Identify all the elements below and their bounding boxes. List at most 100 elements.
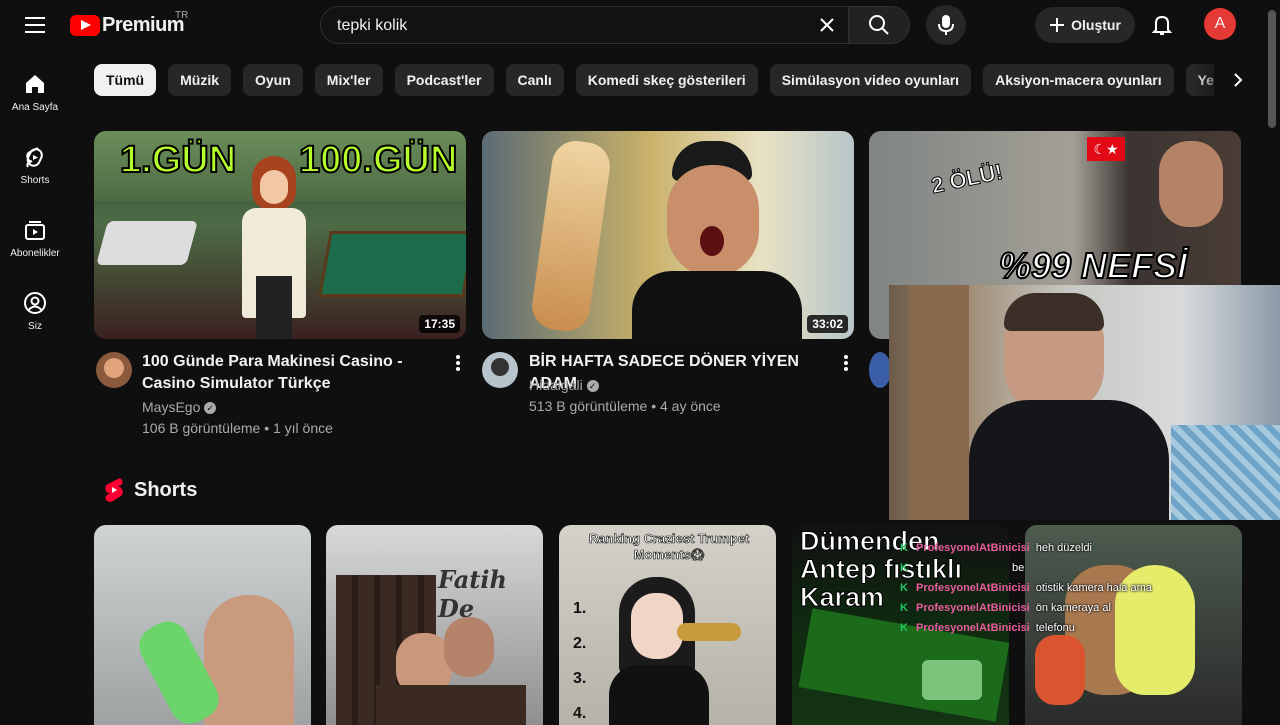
turkey-flag-icon: ☾★ [1087, 137, 1125, 161]
thumbnail-mouth [700, 226, 724, 256]
home-icon [26, 75, 44, 93]
chat-message: K ProfesyonelAtBinicisi otistik kamera h… [900, 578, 1240, 598]
chat-username: ProfesyonelAtBinicisi [916, 542, 1030, 554]
short-body [609, 665, 709, 725]
shorts-icon [26, 147, 43, 168]
chat-username: ProfesyonelAtBinicisi [916, 602, 1030, 614]
trumpet-icon [677, 623, 741, 641]
search-icon [869, 15, 889, 35]
chip-action-adventure[interactable]: Aksiyon-macera oyunları [983, 64, 1174, 96]
short-face [631, 593, 683, 659]
video-options-button[interactable] [446, 351, 470, 375]
webcam-hair [1004, 293, 1104, 331]
shorts-heading: Shorts [134, 478, 198, 501]
chip-mixes[interactable]: Mix'ler [314, 64, 383, 96]
verified-icon: ✓ [204, 402, 217, 415]
chat-badge-icon: K [900, 602, 908, 614]
page-scrollbar[interactable] [1268, 10, 1276, 128]
subscriptions-icon [25, 221, 45, 240]
short-card[interactable]: Fatih De [326, 525, 543, 725]
create-label: Oluştur [1071, 17, 1121, 33]
video-thumbnail[interactable]: 33:02 [482, 131, 854, 339]
thumbnail-text: %99 NEFSİ [998, 244, 1188, 287]
chip-podcasts[interactable]: Podcast'ler [394, 64, 494, 96]
chip-simulation-games[interactable]: Simülasyon video oyunları [769, 64, 972, 96]
thumbnail-shirt [632, 271, 802, 339]
verified-icon: ✓ [586, 380, 599, 393]
video-title[interactable]: 100 Günde Para Makinesi Casino - Casino … [142, 351, 442, 395]
filter-chips-bar: Tümü Müzik Oyun Mix'ler Podcast'ler Canl… [94, 64, 1214, 96]
user-icon [24, 292, 46, 314]
logo-text: Premium [102, 13, 185, 36]
sidebar-item-label: Abonelikler [10, 248, 60, 259]
clear-search-button[interactable] [812, 10, 842, 40]
video-stats: 513 B görüntüleme • 4 ay önce [529, 398, 721, 414]
chat-username: ProfesyonelAtBinicisi [916, 622, 1030, 634]
video-thumbnail[interactable]: 1.GÜN 100.GÜN 17:35 [94, 131, 466, 339]
sidebar-item-shorts[interactable]: Shorts [0, 145, 70, 186]
country-code: TR [175, 10, 189, 21]
thumbnail-face [667, 165, 759, 277]
chat-badge-icon: K [900, 542, 908, 554]
thumbnail-doner-wrap [529, 137, 613, 335]
search-input[interactable] [335, 7, 809, 45]
shorts-section-header: Shorts [104, 478, 197, 502]
chat-badge-icon: K [900, 562, 908, 574]
shorts-logo-icon [105, 478, 123, 502]
menu-button[interactable] [18, 8, 52, 42]
chip-gaming[interactable]: Oyun [243, 64, 303, 96]
ranking-numbers: 1. 2. 3. 4. [573, 600, 587, 722]
create-button[interactable]: Oluştur [1035, 7, 1135, 43]
short-face [444, 617, 494, 677]
voice-search-button[interactable] [926, 5, 966, 45]
chat-text: ön kameraya al [1035, 602, 1111, 614]
close-icon [820, 18, 834, 32]
channel-avatar[interactable] [869, 352, 891, 388]
video-stats: 106 B görüntüleme • 1 yıl önce [142, 420, 333, 436]
thumbnail-text: 1.GÜN [119, 138, 237, 182]
youtube-play-icon [70, 14, 100, 36]
search-box [320, 6, 848, 45]
sidebar-item-label: Ana Sayfa [11, 102, 59, 113]
channel-name[interactable]: MaysEgo [142, 399, 200, 415]
channel-avatar[interactable] [482, 352, 518, 388]
chat-message: K ProfesyonelAtBinicisi telefonu [900, 618, 1240, 638]
thumbnail-table [96, 221, 198, 265]
thumbnail-character [234, 156, 314, 339]
channel-avatar[interactable] [96, 352, 132, 388]
channel-name-row: Hidalgali ✓ [529, 375, 599, 395]
more-vert-icon [456, 355, 460, 371]
sidebar-item-home[interactable]: Ana Sayfa [0, 72, 70, 113]
chat-username: ProfesyonelAtBinicisi [916, 582, 1030, 594]
notifications-button[interactable] [1144, 7, 1180, 43]
video-options-button[interactable] [834, 351, 858, 375]
short-card[interactable]: Ranking Craziest Trumpet Moments😱 1. 2. 3.… [559, 525, 776, 725]
more-vert-icon [844, 355, 848, 371]
youtube-premium-logo[interactable]: Premium [70, 12, 185, 38]
chat-text: be [1012, 562, 1025, 574]
short-card[interactable] [94, 525, 311, 725]
chat-text: otistik kamera hala ama [1035, 582, 1152, 594]
sidebar-item-label: Shorts [20, 175, 50, 186]
channel-name[interactable]: Hidalgali [529, 377, 583, 393]
chips-next-button[interactable] [1222, 64, 1254, 96]
chip-all[interactable]: Tümü [94, 64, 157, 96]
thumbnail-face [1159, 141, 1223, 227]
chip-live[interactable]: Canlı [505, 64, 564, 96]
chat-message: K be [900, 558, 1240, 578]
chat-text: heh düzeldi [1035, 542, 1092, 554]
bell-icon [1152, 15, 1172, 35]
account-avatar[interactable]: A [1204, 8, 1236, 40]
sidebar-item-you[interactable]: Siz [0, 291, 70, 332]
webcam-door [909, 285, 969, 520]
chat-text: telefonu [1035, 622, 1075, 634]
chip-comedy-sketches[interactable]: Komedi skeç gösterileri [575, 64, 758, 96]
video-duration: 17:35 [419, 315, 460, 333]
chat-badge-icon: K [900, 622, 908, 634]
search-button[interactable] [848, 6, 910, 44]
chat-badge-icon: K [900, 582, 908, 594]
sidebar-item-label: Siz [28, 321, 42, 332]
webcam-overlay [889, 285, 1280, 520]
sidebar-item-subscriptions[interactable]: Abonelikler [0, 218, 70, 259]
chip-music[interactable]: Müzik [168, 64, 231, 96]
